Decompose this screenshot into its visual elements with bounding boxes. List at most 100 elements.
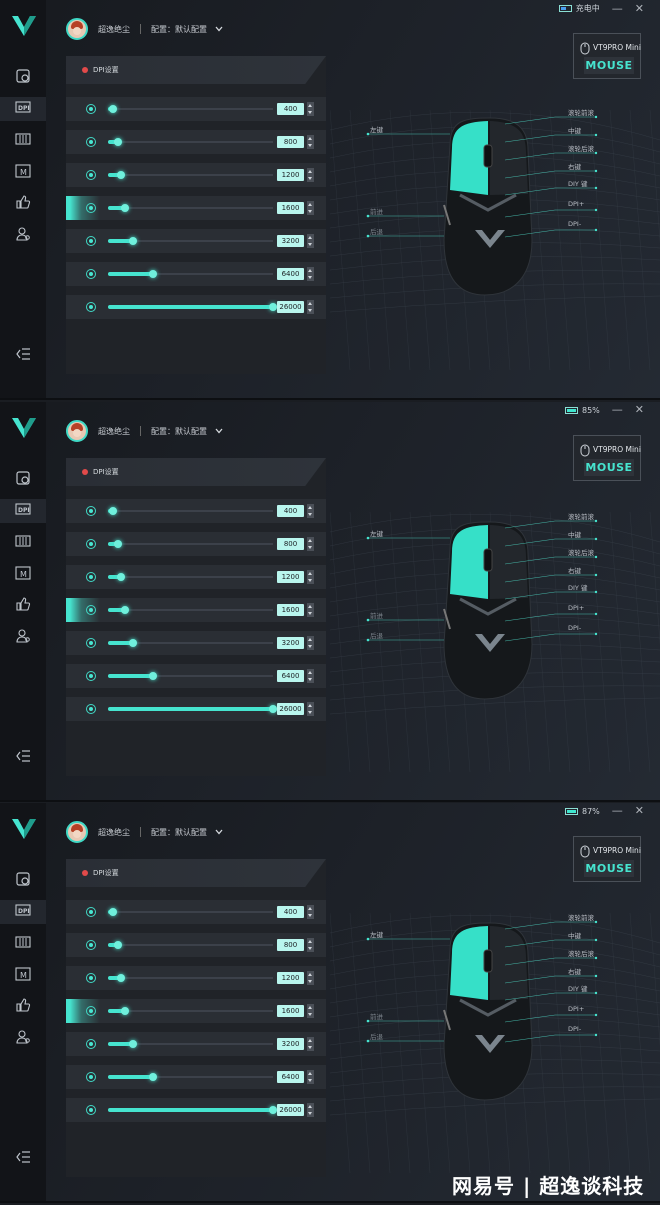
dpi-row[interactable]: 400 xyxy=(66,499,326,523)
dpi-value-input[interactable]: 1200 xyxy=(277,972,304,984)
sidebar-item-like[interactable] xyxy=(0,594,46,618)
slider-handle[interactable] xyxy=(117,573,125,581)
dpi-stepper[interactable] xyxy=(307,938,314,952)
dpi-radio[interactable] xyxy=(86,704,96,714)
dpi-radio[interactable] xyxy=(86,170,96,180)
mouse-label-right[interactable]: 滚轮前滚 xyxy=(568,107,594,117)
dpi-row[interactable]: 1600 xyxy=(66,598,326,622)
dpi-row[interactable]: 1200 xyxy=(66,966,326,990)
slider-handle[interactable] xyxy=(109,105,117,113)
mouse-label-right[interactable]: 右键 xyxy=(568,565,581,575)
dpi-row[interactable]: 1200 xyxy=(66,565,326,589)
dpi-slider[interactable] xyxy=(108,171,273,179)
mouse-label-right[interactable]: DPI- xyxy=(568,220,581,228)
sidebar-item-eq[interactable] xyxy=(0,129,46,153)
slider-handle[interactable] xyxy=(117,171,125,179)
dpi-row[interactable]: 400 xyxy=(66,900,326,924)
mouse-label-right[interactable]: 中键 xyxy=(568,930,581,940)
device-badge[interactable]: VT9PRO Mini MOUSE xyxy=(573,435,641,481)
dpi-radio[interactable] xyxy=(86,1039,96,1049)
dpi-radio[interactable] xyxy=(86,269,96,279)
dpi-slider[interactable] xyxy=(108,705,277,713)
dpi-slider[interactable] xyxy=(108,138,273,146)
dpi-stepper[interactable] xyxy=(307,102,314,116)
dpi-value-input[interactable]: 26000 xyxy=(277,703,304,715)
mouse-label-right[interactable]: 中键 xyxy=(568,125,581,135)
dpi-slider[interactable] xyxy=(108,1106,277,1114)
slider-handle[interactable] xyxy=(114,138,122,146)
minimize-button[interactable]: — xyxy=(612,805,623,816)
close-button[interactable]: ✕ xyxy=(635,3,644,14)
mouse-label-right[interactable]: DPI- xyxy=(568,1025,581,1033)
dpi-stepper[interactable] xyxy=(307,905,314,919)
slider-handle[interactable] xyxy=(269,303,277,311)
mouse-label-left[interactable]: 前进 xyxy=(370,610,383,620)
sidebar-item-mode[interactable]: M xyxy=(0,161,46,185)
dpi-stepper[interactable] xyxy=(307,201,314,215)
dpi-slider[interactable] xyxy=(108,639,273,647)
slider-handle[interactable] xyxy=(114,540,122,548)
mouse-label-right[interactable]: 滚轮后滚 xyxy=(568,143,594,153)
slider-handle[interactable] xyxy=(129,237,137,245)
mouse-label-left[interactable]: 后退 xyxy=(370,226,383,236)
dpi-radio[interactable] xyxy=(86,572,96,582)
mouse-label-left[interactable]: 左键 xyxy=(370,528,383,538)
device-badge[interactable]: VT9PRO Mini MOUSE xyxy=(573,33,641,79)
dpi-radio[interactable] xyxy=(86,973,96,983)
collapse-menu-icon[interactable] xyxy=(15,347,31,361)
dpi-slider[interactable] xyxy=(108,1040,273,1048)
slider-handle[interactable] xyxy=(149,270,157,278)
chevron-down-icon[interactable] xyxy=(215,828,223,836)
avatar[interactable] xyxy=(66,18,88,40)
dpi-value-input[interactable]: 1600 xyxy=(277,1005,304,1017)
profile-label[interactable]: 配置：默认配置 xyxy=(151,827,207,838)
mouse-label-left[interactable]: 前进 xyxy=(370,1011,383,1021)
slider-handle[interactable] xyxy=(269,705,277,713)
mouse-label-right[interactable]: 滚轮前滚 xyxy=(568,912,594,922)
dpi-row[interactable]: 6400 xyxy=(66,1065,326,1089)
slider-handle[interactable] xyxy=(117,974,125,982)
dpi-value-input[interactable]: 26000 xyxy=(277,1104,304,1116)
sidebar-item-like[interactable] xyxy=(0,995,46,1019)
sidebar-item-dpi[interactable]: DPI xyxy=(0,900,46,924)
dpi-slider[interactable] xyxy=(108,303,277,311)
dpi-slider[interactable] xyxy=(108,1007,273,1015)
avatar[interactable] xyxy=(66,821,88,843)
dpi-row[interactable]: 3200 xyxy=(66,229,326,253)
dpi-value-input[interactable]: 1600 xyxy=(277,604,304,616)
dpi-slider[interactable] xyxy=(108,237,273,245)
dpi-stepper[interactable] xyxy=(307,702,314,716)
dpi-stepper[interactable] xyxy=(307,537,314,551)
collapse-menu-icon[interactable] xyxy=(15,749,31,763)
dpi-slider[interactable] xyxy=(108,270,273,278)
dpi-value-input[interactable]: 800 xyxy=(277,538,304,550)
dpi-slider[interactable] xyxy=(108,540,273,548)
dpi-row[interactable]: 800 xyxy=(66,933,326,957)
dpi-value-input[interactable]: 6400 xyxy=(277,1071,304,1083)
dpi-radio[interactable] xyxy=(86,638,96,648)
mouse-label-left[interactable]: 左键 xyxy=(370,929,383,939)
dpi-radio[interactable] xyxy=(86,907,96,917)
dpi-value-input[interactable]: 3200 xyxy=(277,637,304,649)
chevron-down-icon[interactable] xyxy=(215,25,223,33)
dpi-value-input[interactable]: 1200 xyxy=(277,169,304,181)
dpi-row[interactable]: 1600 xyxy=(66,999,326,1023)
mouse-label-left[interactable]: 左键 xyxy=(370,124,383,134)
dpi-value-input[interactable]: 26000 xyxy=(277,301,304,313)
sidebar-item-user[interactable] xyxy=(0,626,46,650)
mouse-label-right[interactable]: DIY 键 xyxy=(568,178,587,188)
slider-handle[interactable] xyxy=(149,672,157,680)
dpi-row[interactable]: 26000 xyxy=(66,697,326,721)
dpi-value-input[interactable]: 400 xyxy=(277,103,304,115)
dpi-value-input[interactable]: 6400 xyxy=(277,268,304,280)
mouse-label-right[interactable]: 滚轮后滚 xyxy=(568,948,594,958)
mouse-label-right[interactable]: DPI+ xyxy=(568,1005,584,1013)
slider-handle[interactable] xyxy=(129,639,137,647)
slider-handle[interactable] xyxy=(149,1073,157,1081)
slider-handle[interactable] xyxy=(121,1007,129,1015)
mouse-label-left[interactable]: 后退 xyxy=(370,630,383,640)
dpi-row[interactable]: 1600 xyxy=(66,196,326,220)
dpi-slider[interactable] xyxy=(108,606,273,614)
slider-handle[interactable] xyxy=(269,1106,277,1114)
device-badge[interactable]: VT9PRO Mini MOUSE xyxy=(573,836,641,882)
